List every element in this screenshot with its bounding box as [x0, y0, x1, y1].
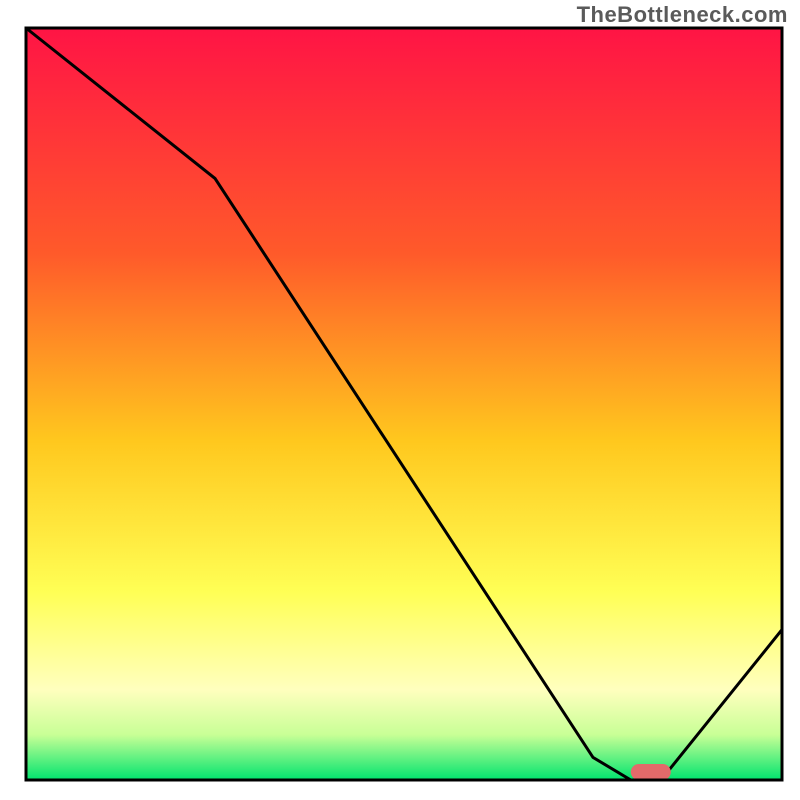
optimal-marker	[631, 764, 671, 780]
plot-background	[26, 28, 782, 780]
chart-container: TheBottleneck.com	[0, 0, 800, 800]
bottleneck-chart	[0, 0, 800, 800]
